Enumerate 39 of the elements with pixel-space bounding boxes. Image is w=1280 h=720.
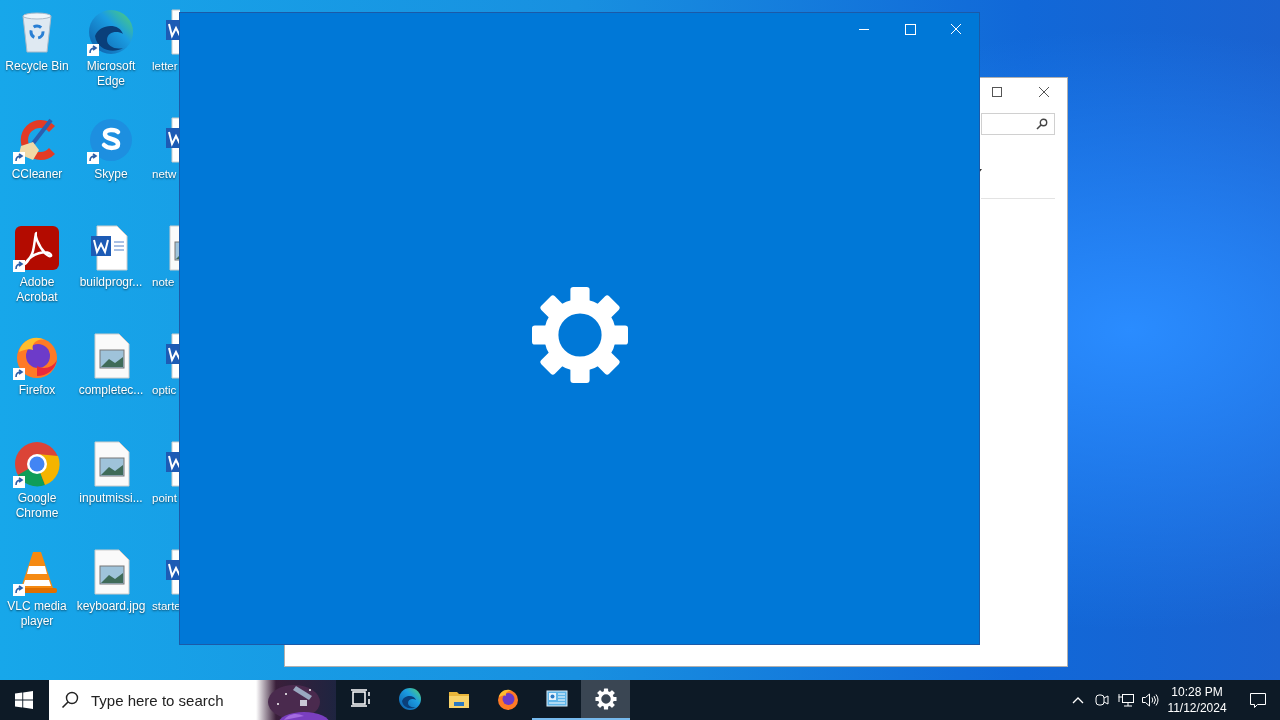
clock-time[interactable]: 10:28 PM xyxy=(1171,684,1223,700)
desktop-icon-label[interactable]: Google Chrome xyxy=(1,491,73,521)
browser-logo-icon xyxy=(397,687,422,711)
desktop-icon-label[interactable]: optic xyxy=(148,383,177,398)
desktop-icon-label[interactable]: VLC media player xyxy=(1,599,73,629)
chat-logo-icon[interactable] xyxy=(87,116,135,164)
settings-gear-icon xyxy=(594,688,617,710)
desktop-icon-label[interactable]: buildprogr... xyxy=(79,275,143,290)
clock-date[interactable]: 11/12/2024 xyxy=(1167,700,1227,716)
desktop-icon-label[interactable]: completec... xyxy=(78,383,144,398)
desktop-icon-label[interactable]: letter xyxy=(148,59,178,74)
desktop-icon-label[interactable]: Adobe Acrobat xyxy=(1,275,73,305)
desktop-icon-label[interactable]: note xyxy=(148,275,175,290)
desktop-icon-label[interactable]: Skype xyxy=(94,167,128,182)
circle-logo-icon[interactable] xyxy=(13,440,61,488)
network-icon xyxy=(1118,692,1134,708)
search-icon xyxy=(61,691,79,709)
fox-logo-icon xyxy=(495,687,520,711)
desktop-icon-label[interactable]: Recycle Bin xyxy=(5,59,69,74)
speaker-icon xyxy=(1141,692,1159,708)
desktop-icon-label[interactable]: inputmissi... xyxy=(79,491,143,506)
desktop-icon-label[interactable]: keyboard.jpg xyxy=(76,599,146,614)
desktop-icon-label[interactable]: Firefox xyxy=(18,383,56,398)
desktop-icon-label[interactable]: Microsoft Edge xyxy=(75,59,147,89)
windows-logo-icon xyxy=(15,691,33,709)
desktop-icon-label[interactable]: netw xyxy=(148,167,177,182)
desktop-icon-label[interactable]: point xyxy=(148,491,177,506)
search-field[interactable]: Type here to search xyxy=(49,680,336,720)
search-icon xyxy=(1036,118,1048,130)
search-field[interactable] xyxy=(981,113,1055,135)
search-input[interactable]: Type here to search xyxy=(89,690,253,710)
speech-bubble-icon xyxy=(1249,691,1267,709)
camera-icon xyxy=(1094,692,1110,708)
browser-logo-icon[interactable] xyxy=(87,8,135,56)
taskbar-app-button[interactable] xyxy=(581,680,630,720)
desktop-icon-label[interactable]: CCleaner xyxy=(11,167,63,182)
caret-up-icon xyxy=(1072,696,1084,704)
desktop-icon-label[interactable]: starte xyxy=(148,599,181,614)
document-logo-icon[interactable] xyxy=(13,224,61,272)
